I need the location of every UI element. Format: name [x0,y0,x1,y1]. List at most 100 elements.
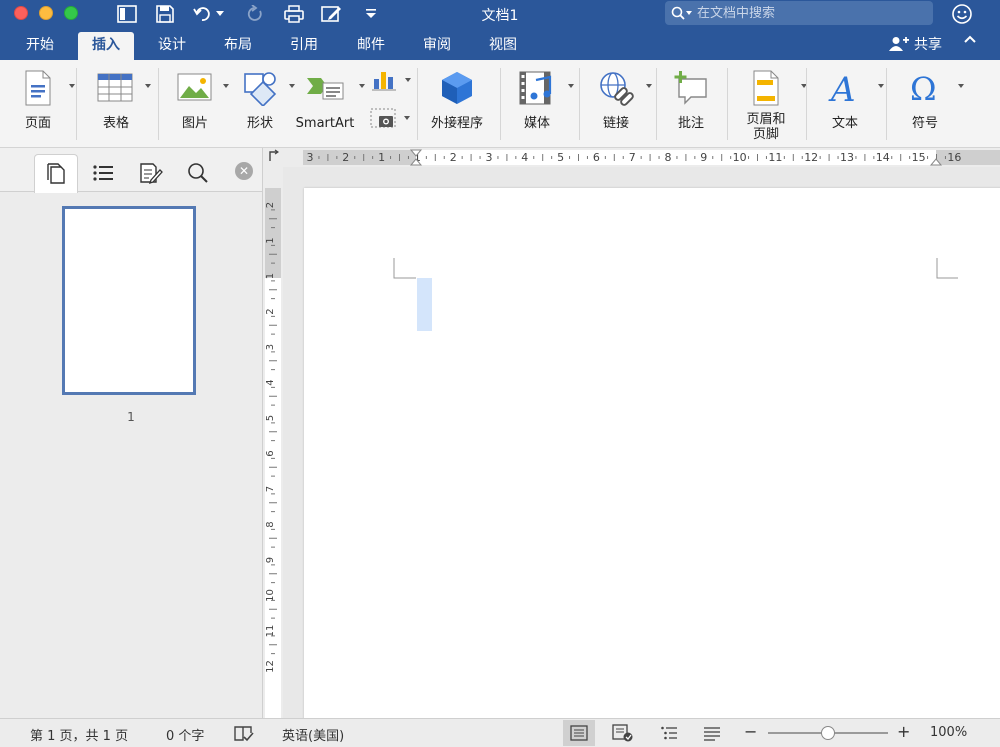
vertical-ruler[interactable]: 2 1 1 2 3 4 5 6 7 8 9 10 11 12 [263,167,283,718]
add-person-icon [889,37,909,51]
chart-button[interactable] [364,66,411,96]
save-icon[interactable] [152,3,178,25]
zoom-in-button[interactable]: + [897,722,910,741]
smartart-button[interactable]: SmartArt [294,66,365,142]
print-icon[interactable] [281,3,307,25]
share-label: 共享 [914,37,942,53]
tab-references[interactable]: 引用 [276,32,332,60]
table-button[interactable]: 表格 [88,66,151,142]
tab-home[interactable]: 开始 [12,32,68,60]
ruler-number: 6 [593,151,600,164]
maximize-window-button[interactable] [64,6,78,20]
addins-button[interactable]: 外接程序 [425,66,489,142]
pages-label: 页面 [24,116,51,131]
draft-view-button[interactable] [696,720,728,746]
ruler-number: 6 [265,450,276,456]
ruler-number: 3 [307,151,314,164]
addins-icon [439,66,475,110]
header-footer-button[interactable]: 页眉和 页脚 [737,66,807,142]
minimize-window-button[interactable] [39,6,53,20]
text-button[interactable]: A 文本 [816,66,884,142]
print-layout-icon [570,725,588,741]
page-count-status[interactable]: 第 1 页，共 1 页 [30,725,128,744]
outline-view-button[interactable] [653,720,685,746]
document-canvas [283,167,1000,728]
vertical-ruler-scale: 21123456789101112 [265,188,281,718]
ruler-number: 2 [265,202,276,208]
picture-icon [177,66,229,110]
tab-design[interactable]: 设计 [144,32,200,60]
ribbon-insert: 页面 表格 图片 形状 SmartArt 外接程序 媒体 链接 批注 页眉和 页… [0,60,1000,148]
thumbnails-tab[interactable] [34,154,78,193]
ribbon-divider [806,68,807,140]
ruler-number: 2 [265,308,276,314]
outline-tab[interactable] [81,154,125,192]
ribbon-divider [656,68,657,140]
share-button[interactable]: 共享 [888,34,942,54]
screenshot-button[interactable] [364,104,410,134]
chart-icon [371,66,411,96]
page-icon [23,66,75,110]
tab-insert[interactable]: 插入 [78,32,134,60]
pages-button[interactable]: 页面 [10,66,75,142]
ruler-number: 9 [265,557,276,563]
web-layout-view-button[interactable] [607,720,639,746]
undo-dropdown-icon[interactable] [213,3,227,25]
tab-layout[interactable]: 布局 [210,32,266,60]
word-count-status[interactable]: 0 个字 [166,725,204,744]
tab-stop-selector-icon[interactable] [263,148,283,167]
ruler-number: 1 [265,237,276,243]
margin-crop-marks [393,258,958,279]
document-map-tab[interactable] [129,154,173,192]
feedback-smiley-icon[interactable] [951,3,973,25]
tab-mailings[interactable]: 邮件 [343,32,399,60]
link-button[interactable]: 链接 [588,66,652,142]
customize-toolbar-icon[interactable] [358,3,384,25]
ruler-number: 1 [378,151,385,164]
tab-review[interactable]: 审阅 [409,32,465,60]
document-page[interactable] [304,188,1000,728]
find-tab[interactable] [176,154,220,192]
zoom-out-button[interactable]: − [744,722,757,741]
ruler-number: 11 [768,151,782,164]
edit-document-icon[interactable] [319,3,345,25]
title-bar: 文档1 [0,0,1000,28]
ruler-number: 5 [265,415,276,421]
proofing-book-icon[interactable] [233,725,255,743]
print-layout-view-button[interactable] [563,720,595,746]
zoom-slider-thumb[interactable] [821,726,835,740]
collapse-ribbon-icon[interactable] [963,34,977,44]
close-window-button[interactable] [14,6,28,20]
outline-list-icon [93,165,113,181]
shapes-button[interactable]: 形状 [232,66,295,142]
header-footer-icon [751,66,807,110]
ruler-number: 2 [450,151,457,164]
page-thumbnail[interactable] [62,206,196,395]
media-icon [518,66,574,110]
text-label: 文本 [831,116,858,131]
ruler-number: 13 [840,151,854,164]
close-pane-icon[interactable]: ✕ [235,162,253,180]
redo-icon[interactable] [243,3,269,25]
sidebar-toggle-icon[interactable] [114,3,140,25]
pictures-button[interactable]: 图片 [168,66,229,142]
tab-view[interactable]: 视图 [475,32,531,60]
status-bar: 第 1 页，共 1 页 0 个字 英语(美国) − + 100% [0,718,1000,747]
search-icon [671,6,692,20]
ruler-number: 12 [265,660,276,673]
ruler-number: 10 [733,151,747,164]
search-input[interactable] [697,5,917,21]
svg-text:A: A [828,70,856,106]
shapes-icon [241,66,295,110]
horizontal-ruler[interactable]: 3 2 1 1 2 3 4 5 6 7 8 9 10 11 12 13 14 15 16 [283,148,1000,167]
symbol-button[interactable]: Ω 符号 [896,66,964,142]
comment-button[interactable]: 批注 [665,66,717,142]
zoom-percent[interactable]: 100% [930,725,967,740]
search-box[interactable] [665,1,933,25]
language-status[interactable]: 英语(美国) [282,725,344,744]
media-button[interactable]: 媒体 [508,66,574,142]
ribbon-divider [579,68,580,140]
navigation-pane-tabs: ✕ [0,148,262,193]
smartart-label: SmartArt [295,116,355,131]
svg-text:Ω: Ω [910,70,937,106]
